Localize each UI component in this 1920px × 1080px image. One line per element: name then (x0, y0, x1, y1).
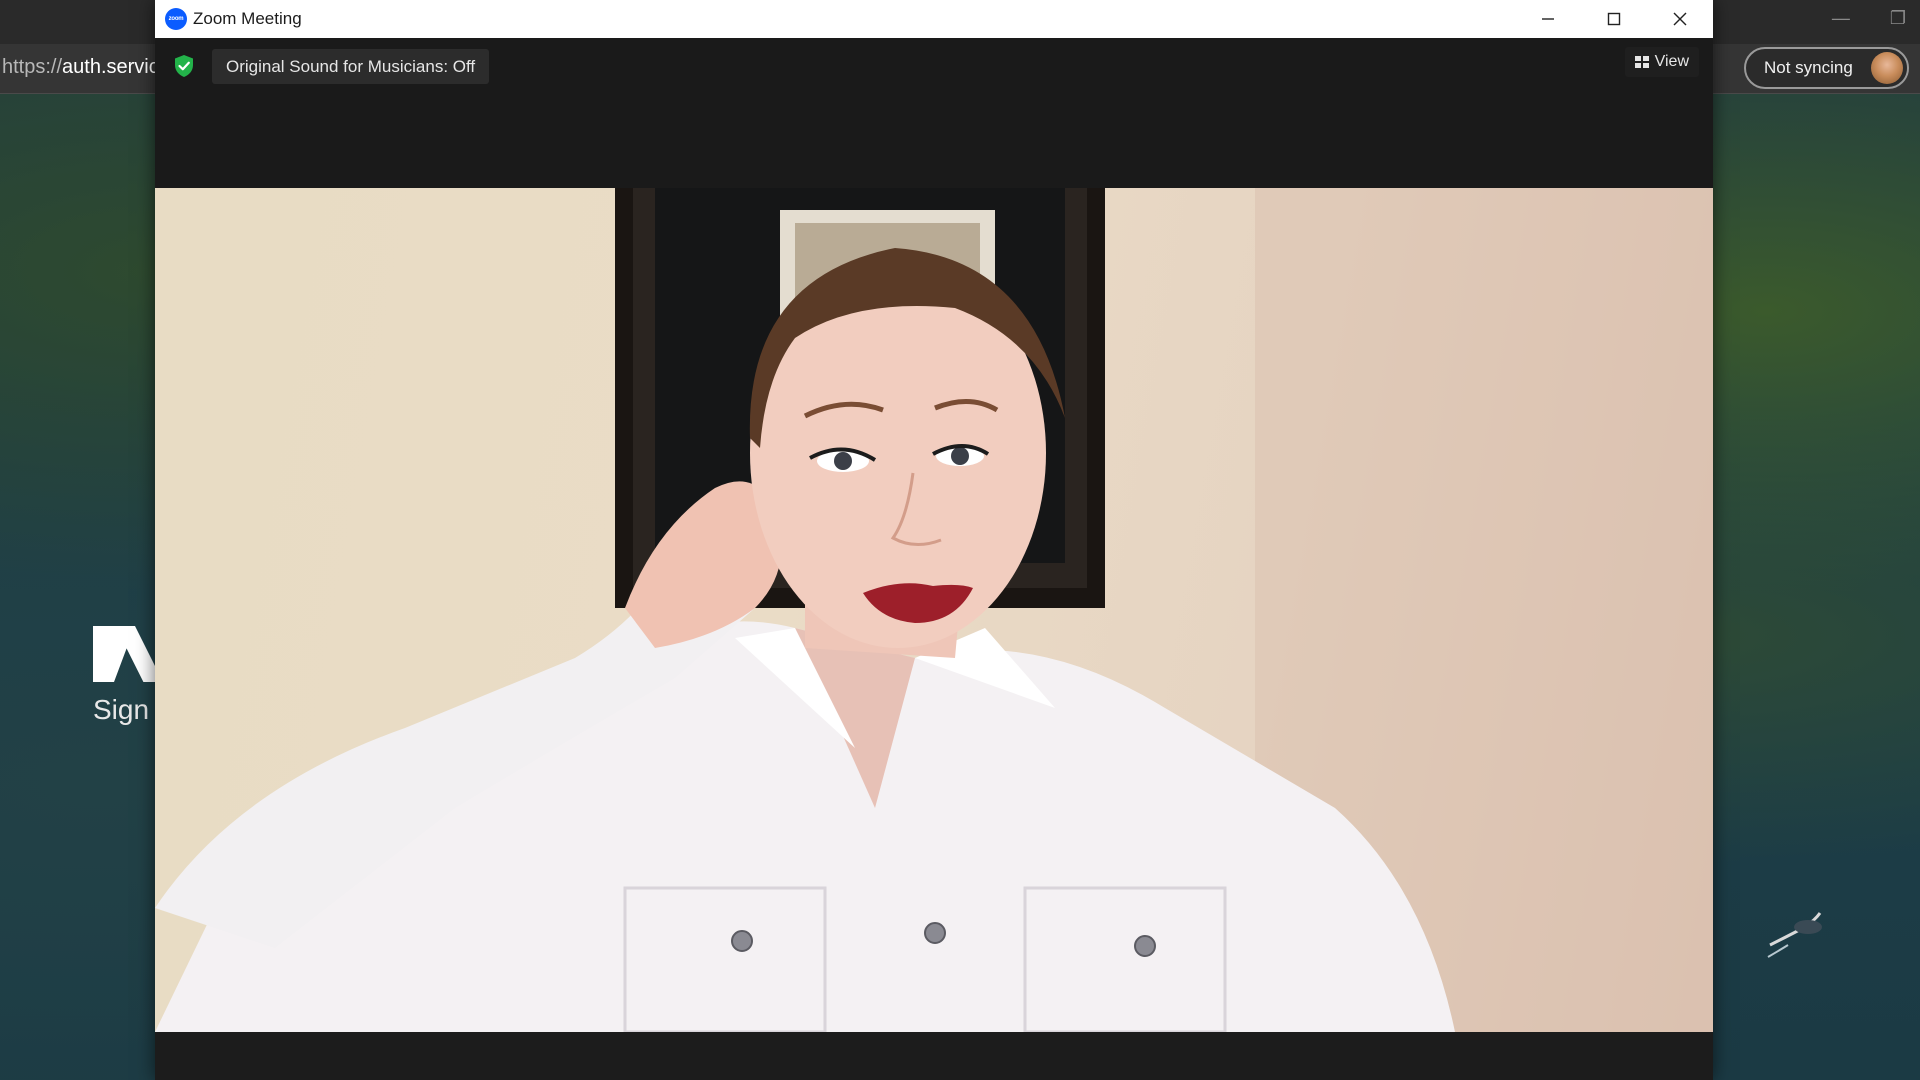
close-button[interactable] (1647, 0, 1713, 38)
grid-icon (1634, 56, 1649, 68)
browser-url[interactable]: https://auth.servic (2, 56, 159, 79)
window-controls (1515, 0, 1713, 38)
maximize-button[interactable] (1581, 0, 1647, 38)
browser-minimize-icon[interactable]: — (1832, 8, 1850, 29)
sync-status-button[interactable]: Not syncing (1744, 47, 1909, 89)
browser-window-controls: — ❐ (1832, 8, 1906, 29)
zoom-meeting-window: zoom Zoom Meeting Original Sound for Mus… (155, 0, 1713, 1080)
view-button[interactable]: View (1624, 47, 1699, 77)
window-title: Zoom Meeting (193, 9, 302, 28)
view-button-label: View (1654, 53, 1689, 70)
original-sound-label: Original Sound for Musicians: Off (226, 56, 476, 76)
meeting-top-bar: Original Sound for Musicians: Off View (155, 38, 1713, 188)
swimmer-figure (1767, 912, 1822, 958)
page-heading: Sign i (93, 694, 164, 725)
maximize-icon (1607, 12, 1621, 26)
zoom-app-icon-text: zoom (168, 16, 184, 22)
video-bottom-bar (155, 1032, 1713, 1080)
zoom-titlebar: zoom Zoom Meeting (155, 0, 1713, 38)
minimize-button[interactable] (1515, 0, 1581, 38)
shield-check-icon[interactable] (173, 54, 195, 78)
original-sound-button[interactable]: Original Sound for Musicians: Off (212, 49, 490, 84)
close-icon (1673, 12, 1687, 26)
url-scheme: https:// (2, 56, 63, 78)
video-frame (155, 188, 1713, 1032)
url-host: auth.servic (62, 56, 159, 78)
participant-video[interactable] (155, 188, 1713, 1032)
sync-status-label: Not syncing (1764, 58, 1853, 77)
browser-restore-icon[interactable]: ❐ (1890, 8, 1906, 29)
minimize-icon (1542, 18, 1554, 20)
zoom-app-icon: zoom (165, 8, 187, 30)
profile-avatar[interactable] (1871, 52, 1903, 84)
